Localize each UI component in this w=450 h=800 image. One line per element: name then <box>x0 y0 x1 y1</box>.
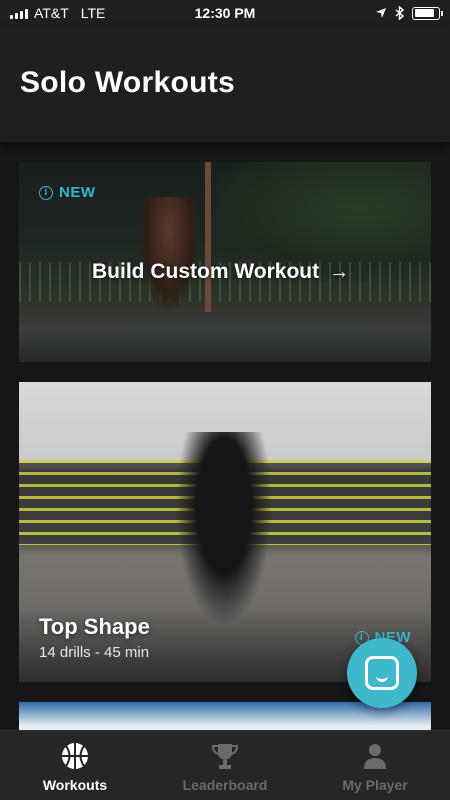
tab-my-player[interactable]: My Player <box>300 731 450 800</box>
trophy-icon <box>211 744 239 769</box>
page-title: Solo Workouts <box>20 66 236 99</box>
workout-card-partial[interactable] <box>19 702 431 730</box>
cta-label: Build Custom Workout <box>92 260 320 283</box>
basketball-icon <box>62 743 88 769</box>
bluetooth-icon <box>395 6 404 20</box>
signal-icon <box>10 8 28 19</box>
status-right <box>375 6 443 20</box>
chat-button[interactable] <box>347 638 417 708</box>
tab-label: Workouts <box>42 777 108 793</box>
carrier-label: AT&T <box>34 5 69 21</box>
arrow-right-icon: → <box>329 260 350 283</box>
chat-icon <box>365 656 399 690</box>
workout-meta: 14 drills - 45 min <box>39 644 150 661</box>
build-custom-workout-button[interactable]: Build Custom Workout → <box>92 260 349 284</box>
battery-level <box>414 9 435 17</box>
status-bar: AT&T LTE 12:30 PM <box>0 0 450 26</box>
network-label: LTE <box>80 5 106 21</box>
build-custom-workout-card[interactable]: i NEW Build Custom Workout → <box>19 162 431 362</box>
tab-workouts[interactable]: Workouts <box>0 731 150 800</box>
battery-icon <box>412 6 443 20</box>
tab-label: Leaderboard <box>182 777 268 793</box>
header: Solo Workouts <box>0 26 450 142</box>
info-icon[interactable]: i <box>39 185 53 200</box>
tab-leaderboard[interactable]: Leaderboard <box>150 731 300 800</box>
new-badge-label: NEW <box>59 184 96 201</box>
person-icon <box>364 744 386 769</box>
status-left: AT&T LTE <box>10 5 105 21</box>
card-background-image <box>19 702 431 730</box>
location-icon <box>376 8 386 18</box>
workout-title: Top Shape <box>39 614 150 639</box>
tab-bar: Workouts Leaderboard My Player <box>0 730 450 800</box>
new-badge[interactable]: i NEW <box>39 184 96 201</box>
workout-card-top-shape[interactable]: Top Shape 14 drills - 45 min i NEW <box>19 382 431 682</box>
tab-label: My Player <box>342 777 408 793</box>
